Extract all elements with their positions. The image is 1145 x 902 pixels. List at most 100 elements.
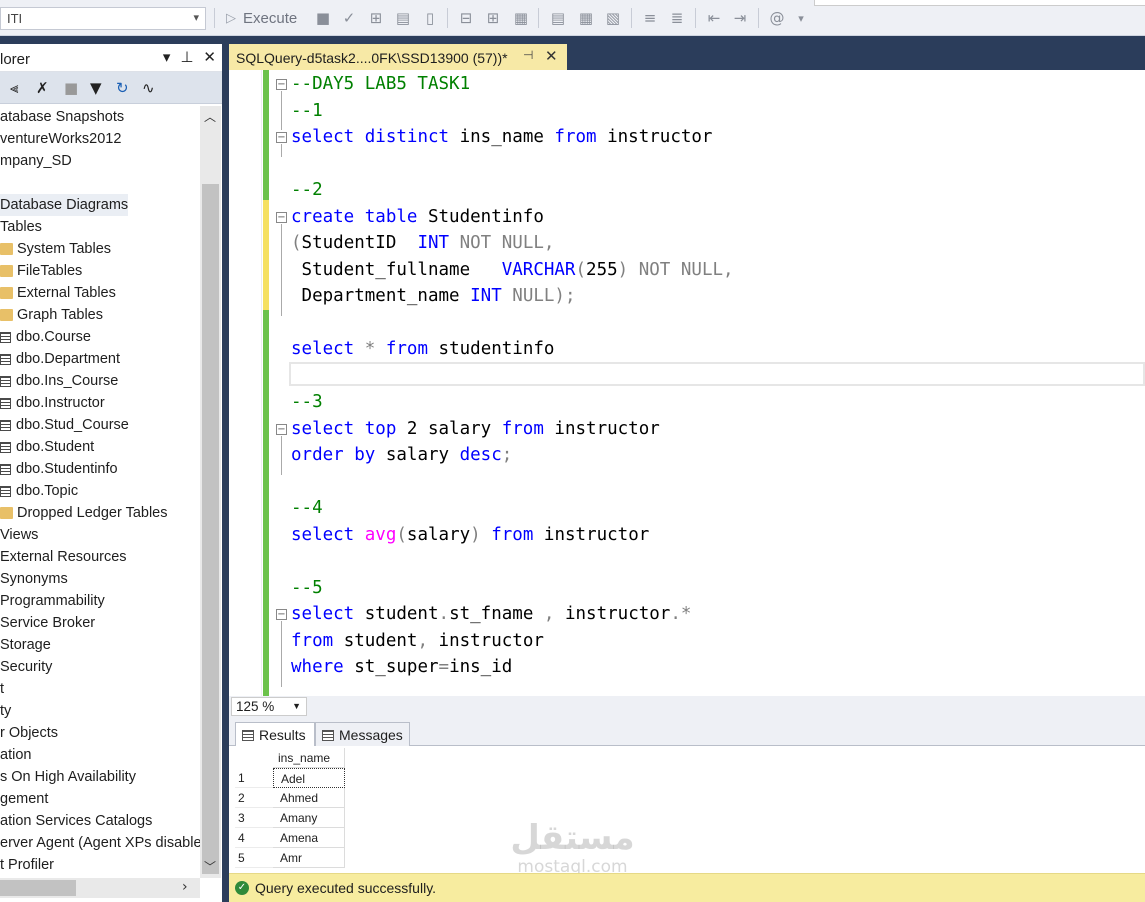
uncomment-icon[interactable]: ≣ xyxy=(667,8,687,28)
results-to-file-icon[interactable]: ▦ xyxy=(511,8,531,28)
tree-node[interactable]: dbo.Department xyxy=(0,348,120,370)
grid-cell[interactable]: Ahmed xyxy=(273,788,345,808)
tree-node[interactable]: Views xyxy=(0,524,38,546)
tree-node[interactable]: atabase Snapshots xyxy=(0,106,124,128)
tree-node[interactable]: t Profiler xyxy=(0,854,54,876)
tree-node[interactable]: External Resources xyxy=(0,546,127,568)
pin-icon[interactable]: ⊣ xyxy=(523,48,533,62)
estimated-plan-icon[interactable]: ⊞ xyxy=(366,8,386,28)
row-number[interactable]: 1 xyxy=(235,768,273,788)
grid-cell[interactable]: Adel xyxy=(273,768,345,788)
tree-node[interactable]: ation xyxy=(0,744,31,766)
grid-cell[interactable]: Amany xyxy=(273,808,345,828)
comment-icon[interactable]: ≡ xyxy=(640,8,660,28)
query-editor[interactable]: --DAY5 LAB5 TASK1− --1 select distinct ins… xyxy=(229,70,1145,696)
collapse-region-icon[interactable]: − xyxy=(276,132,287,143)
code-token: instructor xyxy=(533,524,650,545)
tree-node[interactable]: ation Services Catalogs xyxy=(0,810,152,832)
code-token: --1 xyxy=(291,100,323,121)
tree-node[interactable]: Synonyms xyxy=(0,568,68,590)
collapse-region-icon[interactable]: − xyxy=(276,423,287,435)
tree-node[interactable]: Database Diagrams xyxy=(0,194,129,216)
client-stats-icon[interactable]: ▦ xyxy=(576,8,596,28)
grid-cell[interactable]: Amr xyxy=(273,848,345,868)
scrollbar-thumb[interactable] xyxy=(0,880,76,896)
tree-node[interactable]: dbo.Student xyxy=(0,436,94,458)
row-number[interactable]: 2 xyxy=(235,788,273,808)
horizontal-scrollbar[interactable]: › xyxy=(0,878,200,898)
stop-icon[interactable]: ■ xyxy=(313,8,333,28)
pin-icon[interactable]: ⊥ xyxy=(180,48,193,66)
tree-node[interactable]: dbo.Studentinfo xyxy=(0,458,118,480)
tree-node[interactable]: Graph Tables xyxy=(0,304,103,326)
query-designer-icon[interactable]: ▤ xyxy=(393,8,413,28)
tree-node-label: dbo.Studentinfo xyxy=(16,461,118,477)
parse-icon[interactable]: ✓ xyxy=(339,8,359,28)
indent-icon[interactable]: ⇥ xyxy=(730,8,750,28)
zoom-select[interactable]: 125 % ▼ xyxy=(231,697,307,716)
tree-node[interactable]: ventureWorks2012 xyxy=(0,128,121,150)
collapse-region-icon[interactable]: − xyxy=(276,211,287,223)
outdent-icon[interactable]: ⇤ xyxy=(704,8,724,28)
tree-node[interactable]: Storage xyxy=(0,634,51,656)
execute-button[interactable]: ▷ Execute xyxy=(226,8,297,28)
tree-node[interactable]: FileTables xyxy=(0,260,82,282)
grid-cell[interactable]: Amena xyxy=(273,828,345,848)
tree-node[interactable]: r Objects xyxy=(0,722,58,744)
toolbar-overflow-icon[interactable]: ▾ xyxy=(791,8,811,28)
refresh-icon[interactable]: ↻ xyxy=(116,79,129,97)
code-token: select xyxy=(291,418,355,439)
activity-monitor-icon[interactable]: ∿ xyxy=(142,79,155,97)
tree-node[interactable]: Service Broker xyxy=(0,612,95,634)
connect-icon[interactable]: ⫷ xyxy=(10,79,18,97)
scroll-right-icon[interactable]: › xyxy=(182,879,188,895)
collapse-region-icon[interactable]: − xyxy=(276,609,287,620)
close-icon[interactable]: ✕ xyxy=(203,48,216,66)
tree-node-label: ation xyxy=(0,747,32,763)
scrollbar-thumb[interactable] xyxy=(202,184,219,874)
filter-icon[interactable]: ▼ xyxy=(90,79,102,97)
search-box[interactable] xyxy=(814,0,1145,6)
scroll-up-icon[interactable]: ︿ xyxy=(204,108,216,125)
collapse-region-icon[interactable]: − xyxy=(276,79,287,90)
available-databases-select[interactable]: ITI ▾ xyxy=(0,7,206,30)
tree-node[interactable]: Dropped Ledger Tables xyxy=(0,502,167,524)
results-to-text-icon[interactable]: ⊟ xyxy=(456,8,476,28)
window-position-icon[interactable]: ▾ xyxy=(163,48,171,66)
column-header[interactable]: ins_name xyxy=(273,748,345,768)
tab-messages[interactable]: Messages xyxy=(315,722,410,746)
tree-node[interactable]: Programmability xyxy=(0,590,105,612)
tree-node[interactable]: ty xyxy=(0,700,11,722)
tree-node[interactable]: Tables xyxy=(0,216,42,238)
results-to-grid-icon[interactable]: ⊞ xyxy=(483,8,503,28)
stop-icon[interactable]: ■ xyxy=(64,79,78,97)
row-number[interactable]: 5 xyxy=(235,848,273,868)
tab-results[interactable]: Results xyxy=(235,722,315,746)
specify-values-icon[interactable]: @ xyxy=(767,8,787,28)
tree-node[interactable]: External Tables xyxy=(0,282,116,304)
tree-node[interactable]: erver Agent (Agent XPs disable xyxy=(0,832,200,854)
include-plan-icon[interactable]: ▤ xyxy=(548,8,568,28)
results-icon[interactable]: ▧ xyxy=(603,8,623,28)
tree-node[interactable]: dbo.Course xyxy=(0,326,91,348)
disconnect-icon[interactable]: ✗ xyxy=(36,79,49,97)
tree-node[interactable]: dbo.Topic xyxy=(0,480,78,502)
tree-node[interactable]: System Tables xyxy=(0,238,111,260)
tree-node[interactable]: Security xyxy=(0,656,52,678)
tree-node[interactable]: gement xyxy=(0,788,48,810)
tree-node[interactable]: dbo.Stud_Course xyxy=(0,414,129,436)
close-icon[interactable]: ✕ xyxy=(545,47,558,65)
tab-query[interactable]: SQLQuery-d5task2....0FK\SSD13900 (57))* … xyxy=(229,44,567,70)
scroll-down-icon[interactable]: ﹀ xyxy=(204,858,216,875)
row-number[interactable]: 4 xyxy=(235,828,273,848)
tree-node[interactable]: s On High Availability xyxy=(0,766,136,788)
vertical-scrollbar[interactable]: ︿ ﹀ xyxy=(200,106,221,878)
tree-node[interactable]: dbo.Instructor xyxy=(0,392,105,414)
tree-node[interactable]: mpany_SD xyxy=(0,150,72,172)
save-icon[interactable]: ▯ xyxy=(420,8,440,28)
tree-node[interactable]: dbo.Ins_Course xyxy=(0,370,118,392)
tree-node[interactable]: t xyxy=(0,678,4,700)
row-number[interactable]: 3 xyxy=(235,808,273,828)
panel-splitter[interactable] xyxy=(222,44,229,902)
